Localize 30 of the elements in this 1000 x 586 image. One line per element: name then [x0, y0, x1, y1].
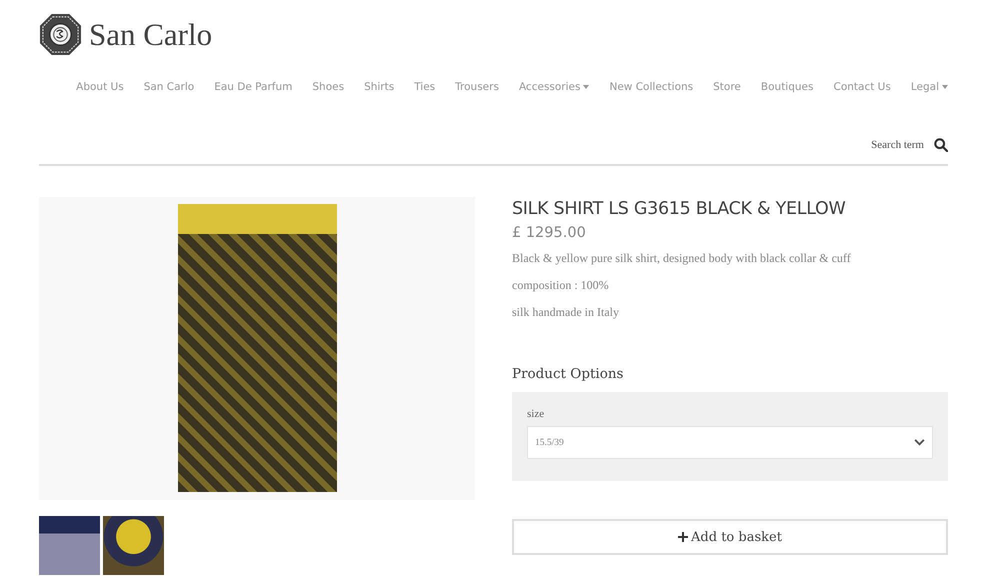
nav-link[interactable]: Store [693, 78, 741, 96]
thumbnail-photo-placeholder[interactable] [39, 516, 100, 575]
add-to-basket-button[interactable]: Add to basket [512, 519, 948, 555]
caret-icon [942, 85, 948, 89]
nav-link[interactable]: Boutiques [740, 78, 814, 96]
nav-link[interactable]: Shirts [344, 78, 394, 96]
nav-link[interactable]: San Carlo [124, 78, 194, 96]
nav-link[interactable]: Trousers [435, 78, 499, 96]
product-price: £ 1295.00 [512, 225, 587, 241]
nav-link[interactable]: Shoes [292, 78, 344, 96]
description-text: composition : 100% [512, 278, 610, 293]
plus-icon [678, 532, 688, 542]
description-text: silk handmade in Italy [512, 305, 620, 320]
section-heading: Product Options [512, 366, 624, 382]
description-text: Black & yellow pure silk shirt, designed body with black collar & cuff [512, 251, 852, 266]
nav-link[interactable]: Ties [394, 78, 436, 96]
product-title: SILK SHIRT LS G3615 BLACK & YELLOW [512, 199, 846, 219]
thumbnail-photo-placeholder[interactable] [103, 516, 164, 575]
nav-link[interactable]: Legal [890, 78, 948, 96]
caret-icon [583, 85, 590, 89]
nav-link[interactable]: Eau De Parfum [194, 78, 292, 96]
brand-name[interactable]: San Carlo [89, 16, 212, 52]
nav-link[interactable]: Contact Us [813, 78, 891, 96]
size-select[interactable]: 15.5/39 [527, 426, 933, 459]
logo-icon[interactable] [39, 13, 82, 56]
nav-link[interactable]: Accessories [498, 78, 590, 96]
nav-link[interactable]: New Collections [589, 78, 694, 96]
field-label: size [527, 408, 546, 420]
nav-link[interactable]: About Us [56, 78, 124, 96]
chevron-icon [914, 439, 925, 446]
